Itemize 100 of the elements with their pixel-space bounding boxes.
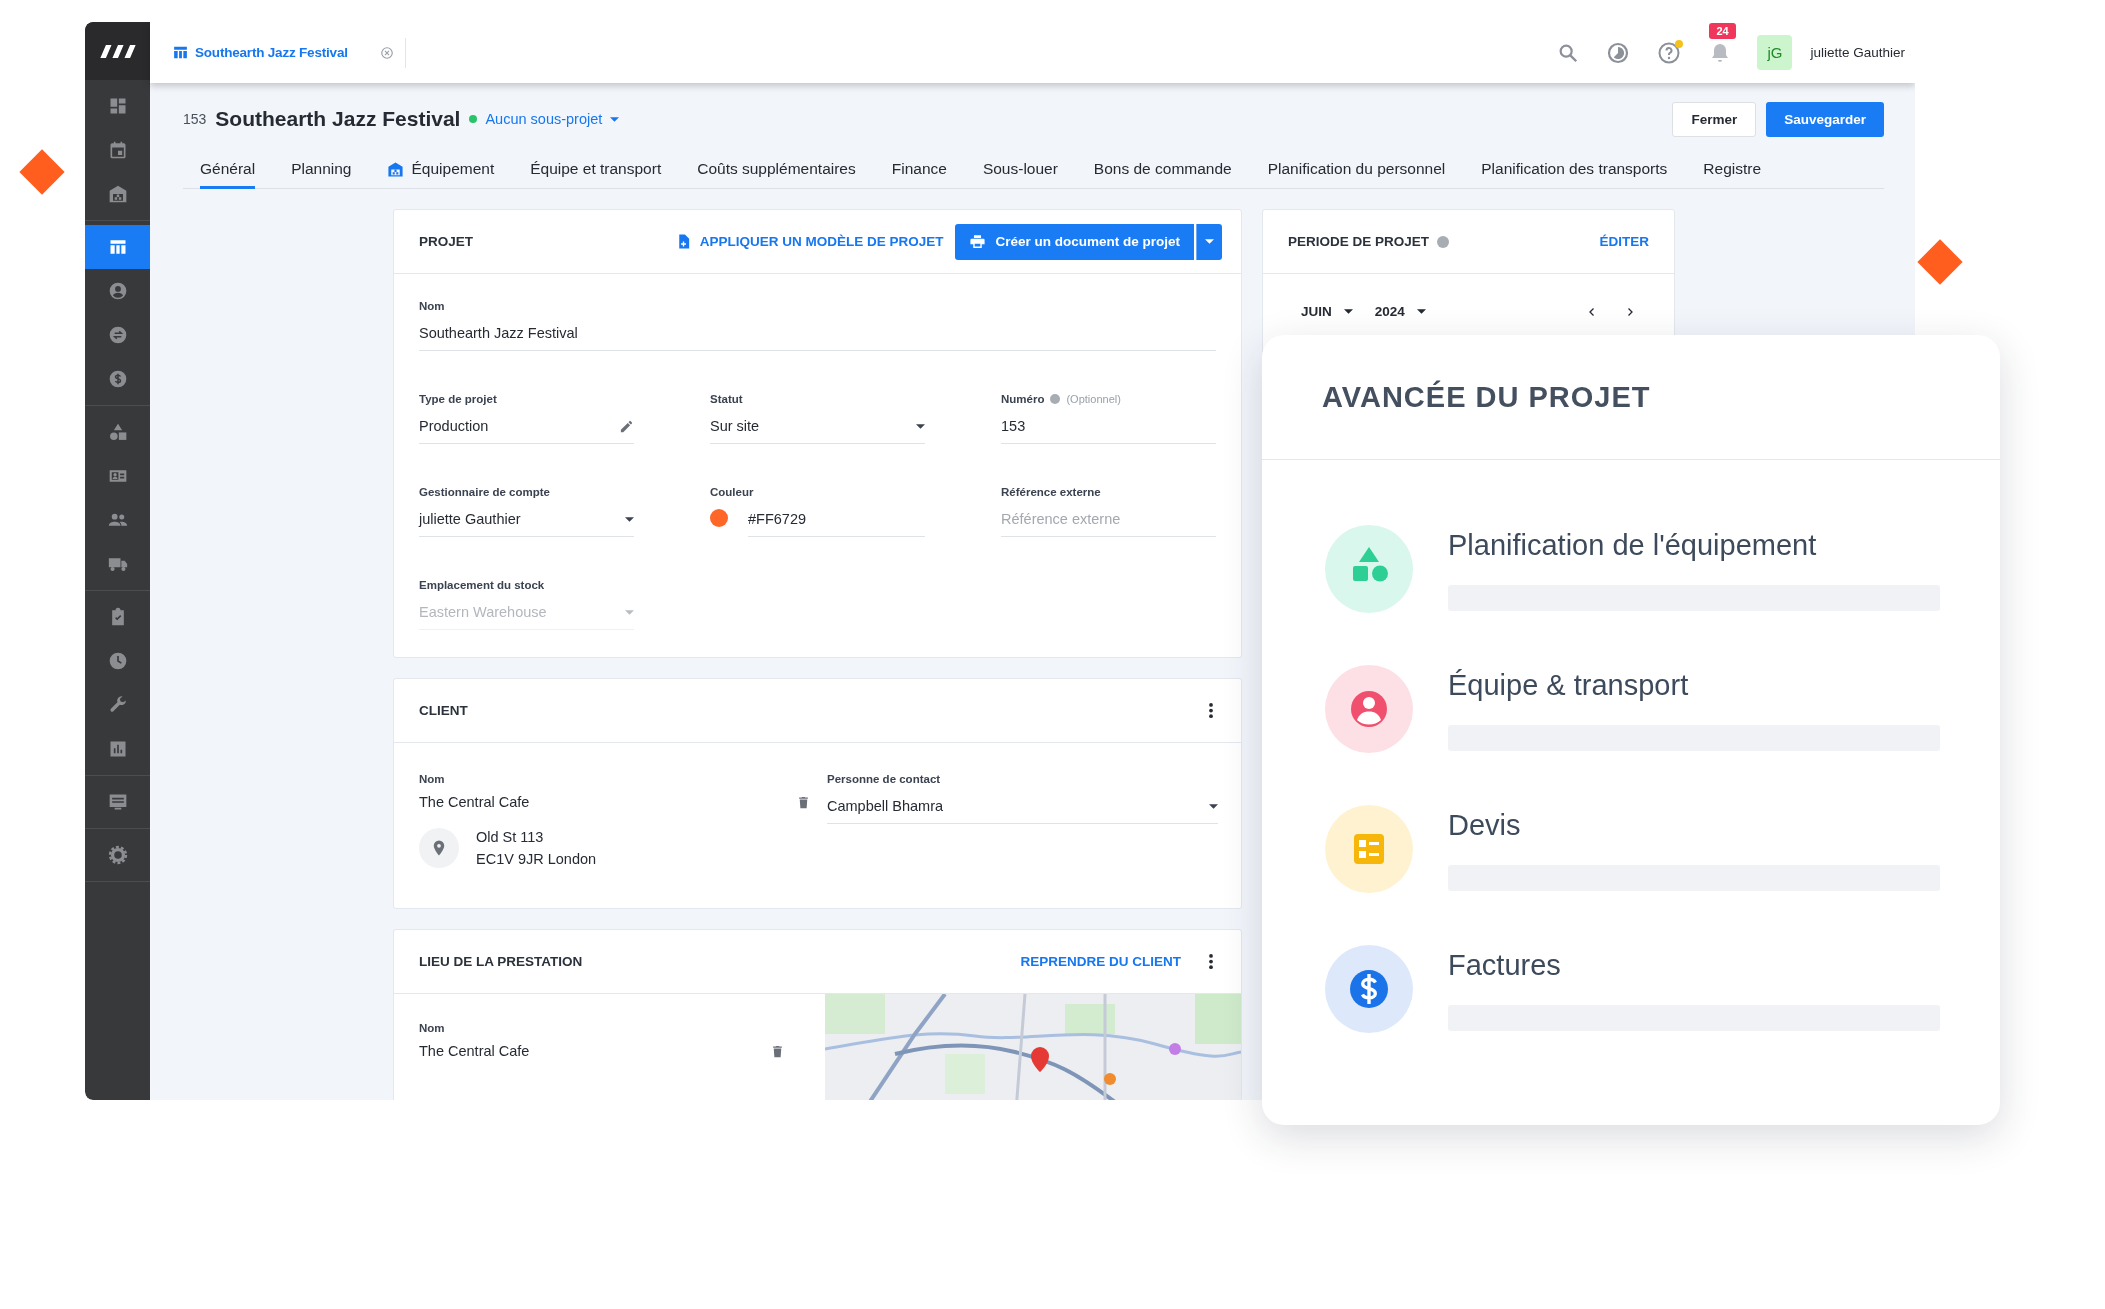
field-label: Personne de contact: [827, 773, 941, 785]
close-button[interactable]: Fermer: [1672, 101, 1757, 137]
warehouse-icon: [387, 160, 405, 178]
tab[interactable]: Planning: [291, 160, 352, 189]
progress-title: Équipe & transport: [1448, 668, 1690, 703]
logo-icon: [99, 44, 136, 58]
shapes-icon: [107, 422, 128, 442]
user-icon: [107, 281, 128, 301]
address-line: Old St 113: [476, 829, 545, 845]
progress-title: Factures: [1448, 948, 1562, 983]
tab[interactable]: Planification des transports: [1481, 160, 1668, 189]
subproject-dropdown[interactable]: Aucun sous-projet: [485, 111, 620, 127]
text-field[interactable]: Production: [419, 414, 634, 444]
info-icon: [1050, 394, 1061, 404]
year-dropdown[interactable]: 2024: [1374, 304, 1426, 319]
save-button[interactable]: Sauvegarder: [1766, 101, 1884, 137]
field-label: Nom: [419, 773, 445, 785]
text-field[interactable]: Southearth Jazz Festival: [419, 321, 1216, 351]
address-line: EC1V 9JR London: [476, 851, 597, 867]
field-label: Couleur: [710, 486, 754, 498]
more-icon: [1209, 954, 1213, 969]
trash-icon: [770, 1043, 785, 1059]
delete-button[interactable]: [796, 794, 811, 810]
card-title: LIEU DE LA PRESTATION: [419, 954, 583, 969]
month-dropdown[interactable]: JUIN: [1301, 304, 1353, 319]
caret-icon: [916, 423, 925, 429]
field-label: Gestionnaire de compte: [419, 486, 550, 498]
clock-icon: [107, 651, 128, 671]
progress-title: Planification de l'équipement: [1448, 528, 1818, 563]
select-field[interactable]: Sur site: [710, 414, 925, 444]
exchange-icon: [107, 325, 128, 345]
field-label: Nom: [419, 300, 445, 312]
create-document-button[interactable]: Créer un document de projet: [955, 223, 1194, 260]
caret-icon: [1209, 803, 1218, 809]
field-label: Type de projet: [419, 393, 497, 405]
venue-name: The Central Cafe: [419, 1043, 530, 1059]
info-icon: [1437, 235, 1450, 248]
project-number: 153: [183, 111, 207, 127]
sidebar-item[interactable]: [85, 225, 150, 269]
select-field[interactable]: juliette Gauthier: [419, 507, 634, 537]
text-field[interactable]: 153: [1001, 414, 1216, 444]
caret-icon: [1416, 309, 1426, 314]
tab[interactable]: Registre: [1703, 160, 1762, 189]
input-field[interactable]: Référence externe: [1001, 507, 1216, 537]
field-label: Référence externe: [1001, 486, 1101, 498]
user-name: juliette Gauthier: [1810, 45, 1905, 60]
dollar-icon: [1325, 945, 1413, 1033]
trash-icon: [796, 794, 811, 810]
list-icon: [1325, 805, 1413, 893]
field-label: Numéro: [1001, 393, 1045, 405]
card-title: CLIENT: [419, 703, 468, 718]
table-icon: [172, 44, 189, 61]
tab[interactable]: Équipe et transport: [530, 160, 662, 189]
user-icon: [1325, 665, 1413, 753]
notification-badge: 24: [1709, 22, 1736, 39]
field-label: Statut: [710, 393, 743, 405]
select-field[interactable]: Campbell Bhamra: [827, 794, 1218, 824]
template-link[interactable]: APPLIQUER UN MODÈLE DE PROJET: [674, 233, 944, 250]
warehouse-icon: [107, 184, 128, 204]
document-tab[interactable]: Southearth Jazz Festival: [172, 44, 348, 61]
dollar-icon: [107, 369, 128, 389]
caret-icon: [625, 516, 634, 522]
panel-title: AVANCÉE DU PROJET: [1322, 380, 1651, 414]
card-title: PROJET: [419, 234, 473, 249]
color-swatch: [710, 509, 728, 527]
tab[interactable]: Équipement: [387, 160, 495, 189]
client-name: The Central Cafe: [419, 794, 530, 810]
caret-icon: [1343, 309, 1353, 314]
printer-icon: [969, 233, 987, 250]
tab[interactable]: Coûts supplémentaires: [697, 160, 856, 189]
help-icon[interactable]: [1657, 40, 1682, 65]
close-button[interactable]: [379, 45, 394, 60]
field-label: Nom: [419, 1022, 445, 1034]
shapes-icon: [1325, 525, 1413, 613]
tab[interactable]: Finance: [891, 160, 947, 189]
settings-icon: [107, 845, 128, 865]
hint-text: (Optionnel): [1066, 393, 1121, 405]
project-title: Southearth Jazz Festival: [215, 107, 461, 131]
client-link[interactable]: REPRENDRE DU CLIENT: [1020, 954, 1181, 969]
more-icon: [1209, 703, 1213, 718]
tab[interactable]: Planification du personnel: [1267, 160, 1446, 189]
tab[interactable]: Général: [200, 160, 256, 189]
caret-icon: [625, 609, 634, 615]
field-label: Emplacement du stock: [419, 579, 545, 591]
status-dot: [469, 115, 478, 123]
tab[interactable]: Bons de commande: [1093, 160, 1232, 189]
card-title: PERIODE DE PROJET: [1288, 234, 1430, 249]
dropdown-button[interactable]: [1196, 223, 1222, 260]
text-field[interactable]: #FF6729: [748, 507, 925, 537]
close-icon: [379, 45, 394, 60]
edit-link[interactable]: ÉDITER: [1599, 234, 1649, 249]
pencil-icon: [619, 418, 634, 434]
theme-icon[interactable]: [1606, 40, 1631, 65]
caret-icon: [610, 116, 620, 122]
delete-button[interactable]: [770, 1043, 785, 1059]
monitor-icon: [107, 792, 128, 812]
user-avatar[interactable]: jG: [1757, 35, 1793, 70]
tab[interactable]: Sous-louer: [982, 160, 1058, 189]
caret-icon: [1205, 239, 1214, 244]
progress-title: Devis: [1448, 808, 1522, 843]
